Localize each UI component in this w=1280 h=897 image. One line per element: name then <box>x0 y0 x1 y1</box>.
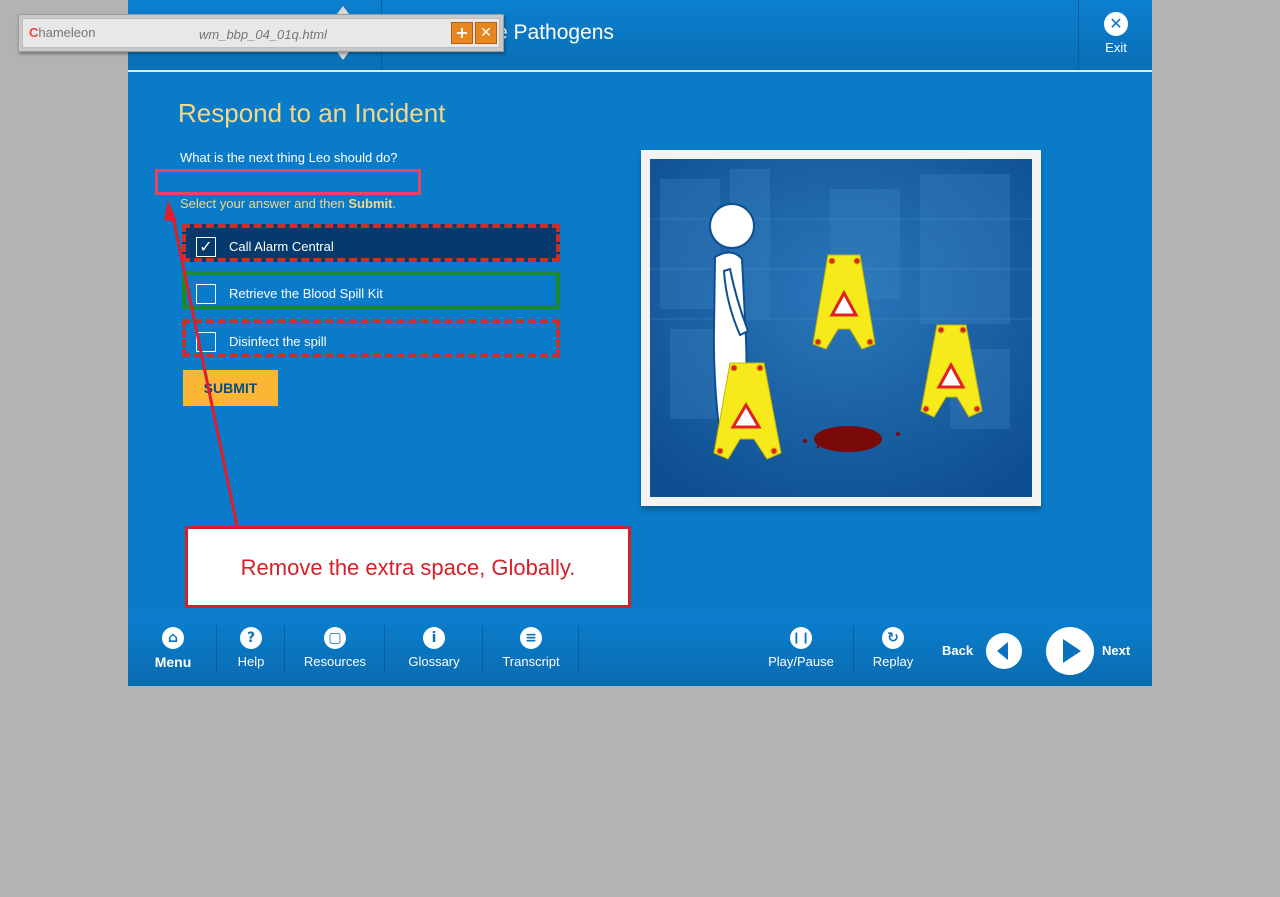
instruction-prefix: Select your answer and then <box>180 196 349 211</box>
review-popup: Chameleon wm_bbp_04_01q.html + ✕ <box>18 14 504 52</box>
plus-icon[interactable]: + <box>451 22 473 44</box>
next-label[interactable]: Next <box>1102 643 1130 658</box>
glossary-button[interactable]: i Glossary <box>396 627 472 669</box>
instruction-suffix: . <box>392 196 397 211</box>
footer-divider <box>853 625 854 673</box>
help-button[interactable]: ? Help <box>228 627 274 669</box>
exit-label: Exit <box>1105 40 1127 55</box>
annotation-text: Remove the extra space, Globally. <box>240 555 576 580</box>
footer-divider <box>216 625 217 673</box>
replay-button[interactable]: ↻ Replay <box>868 627 918 669</box>
answer-label: Retrieve the Blood Spill Kit <box>229 286 383 301</box>
review-popup-inner: Chameleon wm_bbp_04_01q.html + ✕ <box>22 18 500 48</box>
footer-bar: ⌂ Menu ? Help ▢ Resources i Glossary ≡ T… <box>128 615 1152 686</box>
spill-scene-graphic <box>650 159 1032 497</box>
resources-icon: ▢ <box>324 627 346 649</box>
exit-divider <box>1078 0 1079 70</box>
glossary-label: Glossary <box>408 654 460 669</box>
playpause-label: Play/Pause <box>768 654 834 669</box>
checkbox-checked-icon[interactable]: ✓ <box>196 237 216 257</box>
scene-illustration <box>641 150 1041 506</box>
submit-button[interactable]: SUBMIT <box>183 370 278 406</box>
replay-icon: ↻ <box>882 627 904 649</box>
menu-button[interactable]: ⌂ Menu <box>148 627 198 670</box>
footer-divider <box>482 625 483 673</box>
help-label: Help <box>237 654 265 669</box>
popup-pointer-down <box>337 52 349 60</box>
menu-label: Menu <box>154 654 192 670</box>
exit-button[interactable]: ✕ Exit <box>1088 12 1144 62</box>
back-button[interactable] <box>986 633 1022 669</box>
help-icon: ? <box>240 627 262 649</box>
back-label[interactable]: Back <box>942 643 973 658</box>
logo-initial: C <box>29 25 39 40</box>
answer-option-call-alarm[interactable]: ✓ Call Alarm Central <box>182 224 560 262</box>
transcript-icon: ≡ <box>520 627 542 649</box>
answer-option-disinfect[interactable]: Disinfect the spill <box>182 319 560 357</box>
answer-label: Disinfect the spill <box>229 334 327 349</box>
chameleon-logo: Chameleon <box>29 25 96 40</box>
play-pause-button[interactable]: ❙❙ Play/Pause <box>764 627 838 669</box>
answer-option-blood-spill-kit[interactable]: Retrieve the Blood Spill Kit <box>182 271 560 309</box>
transcript-label: Transcript <box>502 654 560 669</box>
footer-divider <box>578 625 579 673</box>
checkbox-icon[interactable] <box>196 284 216 304</box>
resources-button[interactable]: ▢ Resources <box>296 627 374 669</box>
scene-background <box>650 159 1032 497</box>
popup-filename: wm_bbp_04_01q.html <box>199 27 327 42</box>
close-icon[interactable]: ✕ <box>475 22 497 44</box>
course-player: e Pathogens ✕ Exit Respond to an Inciden… <box>128 0 1152 686</box>
popup-pointer-up <box>337 6 349 14</box>
info-icon: i <box>423 627 445 649</box>
checkbox-icon[interactable] <box>196 332 216 352</box>
footer-divider <box>384 625 385 673</box>
footer-divider <box>284 625 285 673</box>
review-annotation: Remove the extra space, Globally. <box>185 526 631 608</box>
replay-label: Replay <box>872 654 914 669</box>
question-text: What is the next thing Leo should do? <box>180 150 398 165</box>
course-title: e Pathogens <box>496 21 614 44</box>
arrow-left-icon <box>997 642 1008 660</box>
highlight-box <box>155 169 421 195</box>
close-circle-icon: ✕ <box>1104 12 1128 36</box>
transcript-button[interactable]: ≡ Transcript <box>494 627 568 669</box>
logo-text: hameleon <box>38 25 96 40</box>
page-title: Respond to an Incident <box>178 98 446 128</box>
next-button[interactable] <box>1046 627 1094 675</box>
resources-label: Resources <box>303 654 367 669</box>
answer-label: Call Alarm Central <box>229 239 334 254</box>
home-icon: ⌂ <box>162 627 184 649</box>
instruction-text: Select your answer and then Submit. <box>180 196 396 211</box>
arrow-right-icon <box>1063 639 1081 663</box>
instruction-submit-word: Submit <box>348 196 393 211</box>
pause-icon: ❙❙ <box>790 627 812 649</box>
